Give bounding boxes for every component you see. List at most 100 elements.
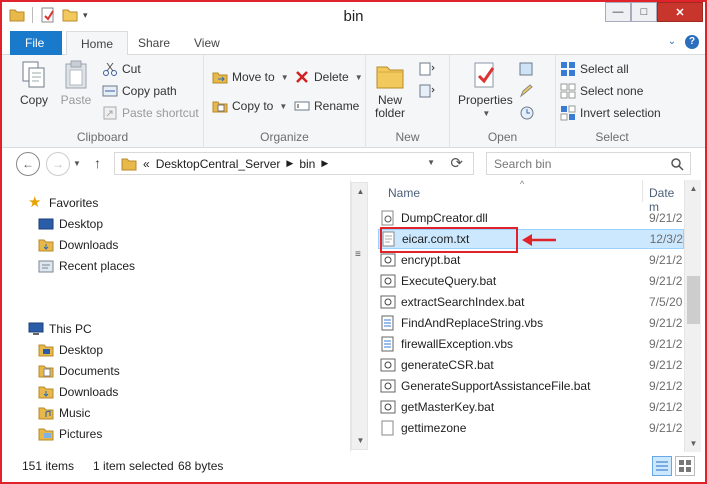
select-none-button[interactable]: Select none [560, 83, 643, 99]
edit-icon[interactable] [518, 83, 536, 99]
copy-button[interactable]: Copy [18, 59, 50, 107]
recent-locations-icon[interactable]: ▼ [73, 159, 81, 168]
invert-selection-button[interactable]: Invert selection [560, 105, 661, 121]
select-all-button[interactable]: Select all [560, 61, 629, 77]
cut-button[interactable]: Cut [102, 61, 141, 77]
selected-count: 1 item selected [93, 459, 174, 473]
nav-label: Downloads [59, 238, 119, 252]
open-group-label: Open [487, 130, 518, 144]
scroll-down-icon[interactable]: ▼ [685, 435, 702, 452]
move-to-button[interactable]: Move to ▼ [212, 69, 289, 85]
tab-file[interactable]: File [10, 31, 62, 55]
easy-access-icon[interactable] [418, 83, 436, 99]
list-item[interactable]: gettimezone 9/21/2 [378, 418, 684, 438]
properties-button[interactable]: Properties ▼ [458, 59, 513, 120]
help-icon[interactable]: ? [685, 35, 699, 49]
new-group-label: New [395, 130, 420, 144]
nav-label: Downloads [59, 385, 119, 399]
list-item[interactable]: firewallException.vbs 9/21/2 [378, 334, 684, 354]
nav-pc-desktop[interactable]: Desktop [38, 342, 103, 358]
clipboard-group-label: Clipboard [76, 130, 129, 144]
breadcrumb-chevron-icon[interactable]: ▶ [321, 158, 328, 169]
column-divider[interactable] [642, 180, 643, 202]
selected-size: 68 bytes [178, 459, 224, 473]
history-icon[interactable] [518, 105, 536, 121]
list-item[interactable]: extractSearchIndex.bat 7/5/20 [378, 292, 684, 312]
paste-button[interactable]: Paste [60, 59, 92, 107]
breadcrumb-item[interactable]: DesktopCentral_Server [156, 157, 281, 171]
documents-folder-icon [38, 365, 54, 378]
search-icon[interactable] [670, 157, 684, 171]
copy-to-button[interactable]: Copy to ▼ [212, 98, 287, 114]
nav-pc-downloads[interactable]: Downloads [38, 384, 118, 400]
close-button[interactable]: ✕ [657, 2, 703, 22]
breadcrumb-chevron-icon[interactable]: ▶ [286, 158, 293, 169]
navigation-pane: ★ Favorites Desktop Downloads Recent pla… [2, 180, 352, 452]
open-icon[interactable] [518, 61, 536, 77]
list-item[interactable]: encrypt.bat 9/21/2 [378, 250, 684, 270]
new-folder-label-line2: folder [374, 106, 406, 120]
new-folder-button[interactable]: New folder [374, 59, 406, 120]
vbs-icon [381, 315, 394, 331]
nav-this-pc[interactable]: This PC [28, 321, 92, 337]
nav-favorites[interactable]: ★ Favorites [28, 195, 98, 211]
refresh-icon[interactable]: ⟳ [450, 154, 463, 172]
tab-view[interactable]: View [180, 31, 234, 55]
grip-icon[interactable]: ≡ [355, 249, 361, 260]
list-item[interactable]: ExecuteQuery.bat 9/21/2 [378, 271, 684, 291]
nav-pc-pictures[interactable]: Pictures [38, 426, 102, 442]
copy-label: Copy [19, 93, 48, 107]
list-item[interactable]: DumpCreator.dll 9/21/2 [378, 208, 684, 228]
list-item[interactable]: getMasterKey.bat 9/21/2 [378, 397, 684, 417]
search-input[interactable]: Search bin [494, 157, 551, 171]
maximize-button[interactable]: □ [631, 2, 657, 22]
nav-fav-desktop[interactable]: Desktop [38, 216, 103, 232]
back-button[interactable]: ← [16, 152, 40, 176]
nav-pc-music[interactable]: Music [38, 405, 90, 421]
scroll-up-icon[interactable]: ▲ [352, 183, 369, 200]
address-dropdown-icon[interactable]: ▼ [427, 158, 435, 167]
scroll-up-icon[interactable]: ▲ [685, 180, 702, 197]
nav-fav-downloads[interactable]: Downloads [38, 237, 118, 253]
minimize-button[interactable]: — [605, 2, 631, 22]
nav-fav-recent-places[interactable]: Recent places [38, 258, 135, 274]
forward-arrow-icon: → [52, 157, 64, 171]
tab-share[interactable]: Share [124, 31, 184, 55]
details-scrollbar[interactable]: ▲ ≡ ▼ [351, 182, 368, 450]
file-name: FindAndReplaceString.vbs [401, 316, 544, 330]
large-icons-view-button[interactable] [675, 456, 695, 476]
list-item[interactable]: generateCSR.bat 9/21/2 [378, 355, 684, 375]
title-bar: ▾ bin — □ ✕ [2, 2, 705, 31]
select-all-icon [561, 62, 575, 76]
new-item-icon[interactable] [418, 61, 436, 77]
file-list-scrollbar[interactable]: ▲ ▼ [684, 180, 701, 452]
scroll-down-icon[interactable]: ▼ [352, 432, 369, 449]
list-item[interactable]: GenerateSupportAssistanceFile.bat 9/21/2 [378, 376, 684, 396]
music-folder-icon [38, 407, 54, 420]
column-header-name[interactable]: Name [388, 186, 420, 200]
list-item[interactable]: FindAndReplaceString.vbs 9/21/2 [378, 313, 684, 333]
file-name: generateCSR.bat [401, 358, 494, 372]
details-view-button[interactable] [652, 456, 672, 476]
dropdown-caret-icon: ▼ [279, 101, 288, 111]
rename-button[interactable]: Rename [294, 98, 359, 114]
tab-home[interactable]: Home [66, 31, 129, 56]
expand-ribbon-icon[interactable]: ⌄ [665, 35, 679, 49]
paste-shortcut-button[interactable]: Paste shortcut [102, 105, 199, 121]
address-bar[interactable]: « DesktopCentral_Server ▶ bin ▶ ▼ ⟳ [114, 152, 474, 175]
nav-label: Recent places [59, 259, 136, 273]
select-all-label: Select all [580, 62, 629, 76]
search-box[interactable]: Search bin [486, 152, 691, 175]
delete-button[interactable]: Delete ▼ [294, 69, 363, 85]
forward-button[interactable]: → [46, 152, 70, 176]
nav-label: Favorites [49, 196, 99, 210]
paste-shortcut-label: Paste shortcut [122, 106, 199, 120]
breadcrumb-item[interactable]: bin [299, 157, 315, 171]
up-arrow-icon[interactable]: ↑ [94, 155, 101, 171]
copy-path-button[interactable]: Copy path [102, 83, 177, 99]
vbs-icon [381, 336, 394, 352]
breadcrumb-overflow[interactable]: « [143, 157, 150, 171]
bat-icon [380, 400, 396, 414]
scroll-thumb[interactable] [687, 276, 700, 324]
nav-pc-documents[interactable]: Documents [38, 363, 120, 379]
